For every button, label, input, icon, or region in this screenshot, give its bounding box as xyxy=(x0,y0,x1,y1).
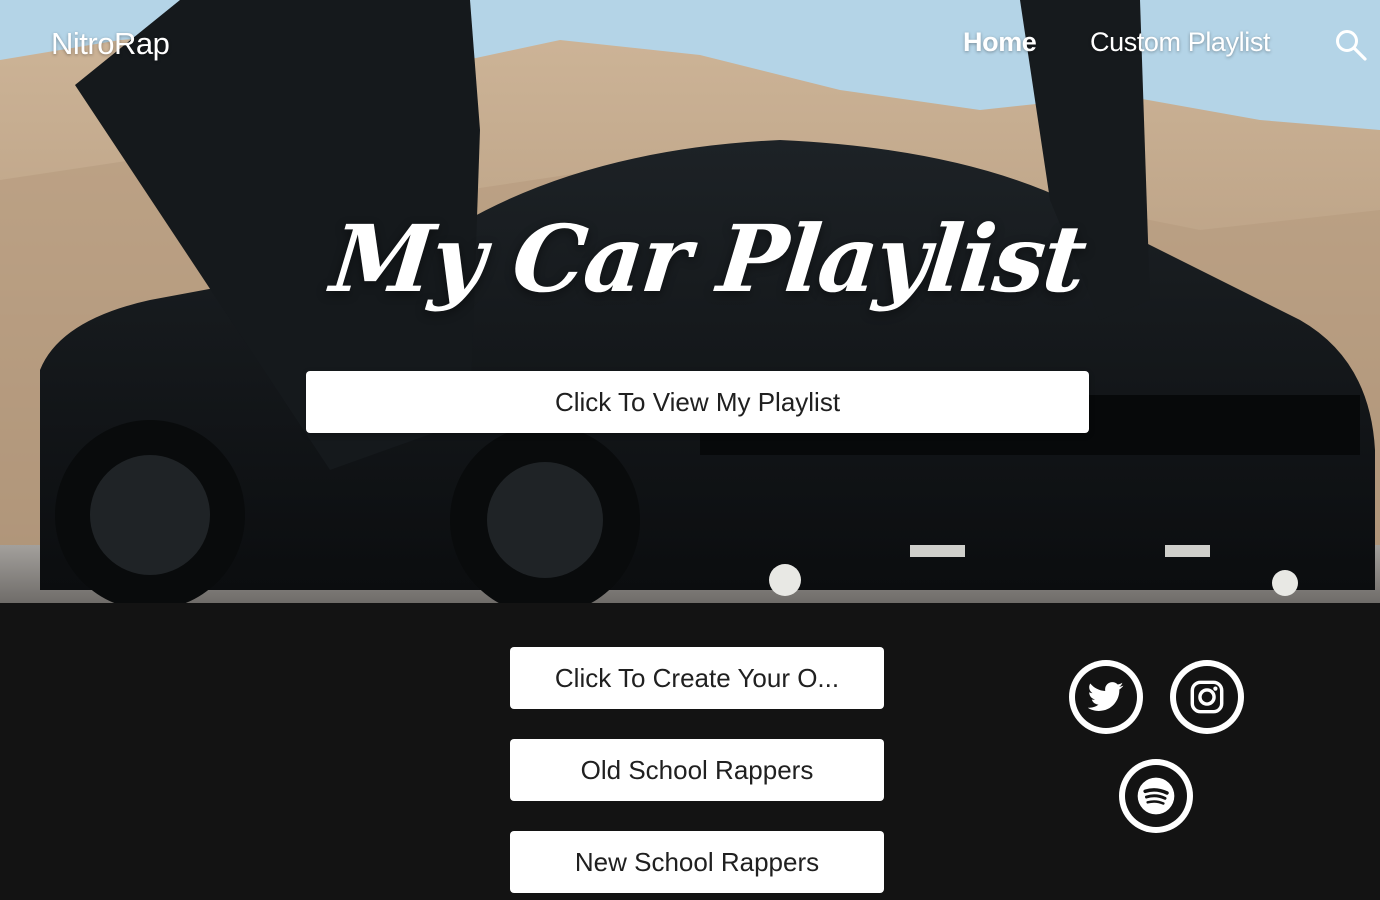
new-school-rappers-button[interactable]: New School Rappers xyxy=(510,831,884,893)
create-playlist-label: Click To Create Your O... xyxy=(554,662,840,693)
brand-logo[interactable]: NitroRap xyxy=(51,26,170,62)
hero-banner: NitroRap Home Custom Playlist My Car Pla… xyxy=(0,0,1380,603)
old-school-rappers-button[interactable]: Old School Rappers xyxy=(510,739,884,801)
view-playlist-button[interactable]: Click To View My Playlist xyxy=(306,371,1089,433)
instagram-icon xyxy=(1190,680,1224,714)
search-button[interactable] xyxy=(1333,27,1369,63)
lower-section: Click To Create Your O... Old School Rap… xyxy=(0,603,1380,900)
spotify-link[interactable] xyxy=(1119,759,1193,833)
twitter-link[interactable] xyxy=(1069,660,1143,734)
nav-home-link[interactable]: Home xyxy=(963,27,1037,58)
search-icon xyxy=(1336,30,1367,61)
spotify-icon xyxy=(1137,777,1175,815)
twitter-icon xyxy=(1088,682,1124,711)
nav-custom-playlist-link[interactable]: Custom Playlist xyxy=(1090,27,1270,58)
old-school-rappers-label: Old School Rappers xyxy=(580,754,814,785)
page-title: My Car Playlist xyxy=(326,205,1090,313)
create-playlist-button[interactable]: Click To Create Your O... xyxy=(510,647,884,709)
instagram-link[interactable] xyxy=(1170,660,1244,734)
top-navigation: NitroRap Home Custom Playlist xyxy=(0,0,1380,86)
new-school-rappers-label: New School Rappers xyxy=(574,846,820,877)
